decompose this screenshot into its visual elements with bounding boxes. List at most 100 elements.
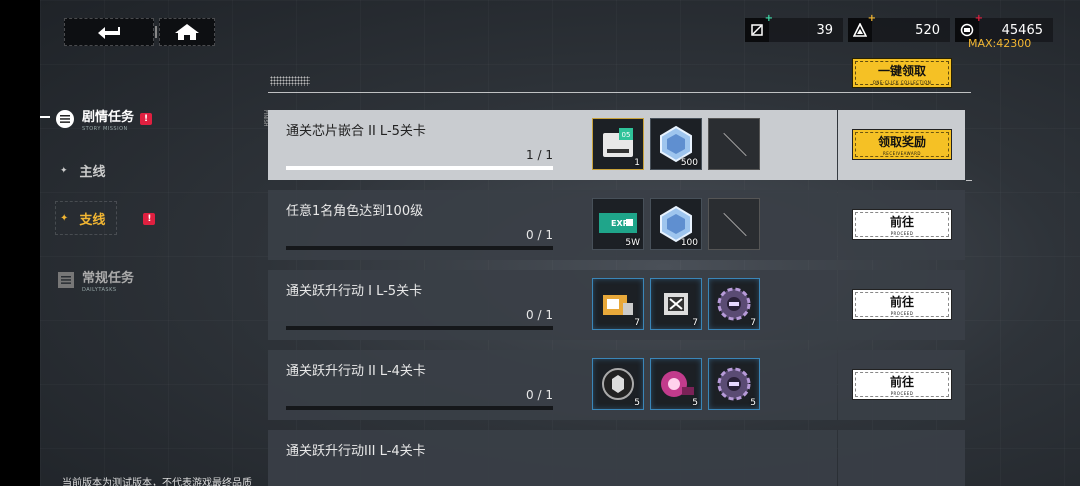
diamond-icon: ✦ (60, 165, 68, 176)
credit-max-label: MAX:42300 (968, 37, 1032, 50)
credit-value: 45465 (1001, 22, 1043, 38)
add-credit-icon[interactable]: + (975, 13, 983, 24)
reward-slot (708, 118, 760, 170)
list-icon (56, 110, 74, 128)
action-sublabel: PROCEED (890, 391, 914, 396)
task-progress-text: 0 / 1 (526, 308, 553, 322)
test-version-notice: 当前版本为测试版本，不代表游戏最终品质 (62, 478, 252, 486)
triangle-currency-counter[interactable]: + 520 (848, 13, 950, 42)
task-progress-text: 1 / 1 (526, 148, 553, 162)
task-row: 通关芯片嵌合 II L-5关卡 1 / 1 05 1 500 (268, 110, 837, 180)
task-row: 通关跃升行动 I L-5关卡 0 / 1 7 7 7 (268, 270, 837, 340)
reward-slot[interactable]: 7 (592, 278, 644, 330)
nav-main-label: 主线 (79, 165, 106, 180)
task-progress-bar (286, 166, 553, 170)
story-alert-badge: ! (140, 113, 153, 125)
reward-quantity: 500 (680, 158, 698, 168)
reward-slot[interactable]: 5 (708, 358, 760, 410)
task-progress-bar (286, 326, 553, 330)
action-sublabel: RECEIVEAWARD (883, 151, 921, 156)
reward-slot[interactable]: 5 (650, 358, 702, 410)
reward-slot[interactable]: 05 1 (592, 118, 644, 170)
task-action-cell (838, 430, 965, 486)
finish-tag: FINISH (262, 110, 268, 127)
proceed-button[interactable]: 前往 PROCEED (852, 289, 952, 320)
daily-list-icon (58, 272, 74, 288)
reward-quantity: 7 (750, 318, 756, 328)
empty-slot-icon (723, 212, 747, 237)
triangle-currency-icon: + (848, 13, 876, 42)
nav-main-story[interactable]: ✦ 主线 (60, 161, 106, 180)
action-label: 前往 (889, 375, 914, 389)
nav-active-marker (40, 116, 50, 118)
task-progress-bar (286, 406, 553, 410)
separator (155, 26, 157, 38)
top-divider (268, 92, 971, 93)
svg-text:EXP: EXP (611, 219, 629, 228)
task-title: 通关跃升行动 I L-5关卡 (286, 284, 423, 299)
reward-quantity: 100 (680, 238, 698, 248)
nav-side-story[interactable]: ✦ 支线 ! (60, 209, 156, 228)
stamina-counter[interactable]: + 39 (745, 13, 843, 42)
reward-slot (708, 198, 760, 250)
reward-quantity: 5 (750, 398, 756, 408)
reward-slot[interactable]: 100 (650, 198, 702, 250)
action-label: 前往 (889, 215, 914, 229)
collect-all-button[interactable]: 一键领取 ONE-CLICK COLLECTION (852, 58, 952, 88)
empty-slot-icon (723, 132, 747, 157)
triangle-currency-value: 520 (915, 22, 940, 38)
action-sublabel: PROCEED (890, 311, 914, 316)
task-action-cell: 前往 PROCEED (838, 190, 965, 260)
task-row: 通关跃升行动III L-4关卡 (268, 430, 837, 486)
nav-side-label: 支线 (79, 213, 106, 228)
home-button[interactable] (159, 18, 215, 46)
add-stamina-icon[interactable]: + (765, 13, 773, 24)
nav-daily-tasks[interactable]: 常规任务 DAILYTASKS (58, 267, 134, 293)
proceed-button[interactable]: 前往 PROCEED (852, 369, 952, 400)
task-title: 通关跃升行动 II L-4关卡 (286, 364, 426, 379)
back-arrow-icon (98, 27, 120, 39)
reward-slot[interactable]: 500 (650, 118, 702, 170)
task-title: 通关跃升行动III L-4关卡 (286, 444, 426, 459)
add-triangle-currency-icon[interactable]: + (868, 13, 876, 24)
row-tick (966, 180, 972, 181)
reward-slot[interactable]: 5 (592, 358, 644, 410)
side-alert-badge: ! (143, 212, 156, 225)
home-icon (175, 24, 199, 40)
task-action-cell: 领取奖励 RECEIVEAWARD (838, 110, 965, 180)
collect-all-sublabel: ONE-CLICK COLLECTION (872, 80, 932, 85)
task-progress-fill (286, 166, 553, 170)
task-title: 通关芯片嵌合 II L-5关卡 (286, 124, 426, 139)
task-row: 任意1名角色达到100级 0 / 1 EXP 5W 100 (268, 190, 837, 260)
nav-story-label: 剧情任务 (82, 110, 135, 125)
action-sublabel: PROCEED (890, 231, 914, 236)
reward-quantity: 5 (634, 398, 640, 408)
nav-daily-label: 常规任务 (82, 271, 135, 286)
task-progress-bar (286, 246, 553, 250)
task-action-cell: 前往 PROCEED (838, 350, 965, 420)
stamina-icon: + (745, 13, 773, 42)
reward-quantity: 1 (634, 158, 640, 168)
task-progress-text: 0 / 1 (526, 388, 553, 402)
reward-quantity: 5 (692, 398, 698, 408)
task-row: 通关跃升行动 II L-4关卡 0 / 1 5 5 5 (268, 350, 837, 420)
task-progress-text: 0 / 1 (526, 228, 553, 242)
reward-slot[interactable]: EXP 5W (592, 198, 644, 250)
reward-quantity: 5W (625, 238, 640, 248)
nav-story-sublabel: STORY MISSION (82, 126, 128, 132)
dotted-pattern (270, 76, 310, 86)
task-title: 任意1名角色达到100级 (286, 204, 424, 219)
reward-slot[interactable]: 7 (708, 278, 760, 330)
stamina-value: 39 (816, 22, 833, 38)
action-label: 前往 (889, 295, 914, 309)
collect-all-label: 一键领取 (877, 64, 926, 78)
back-button[interactable] (64, 18, 154, 46)
reward-quantity: 7 (692, 318, 698, 328)
nav-story-mission[interactable]: 剧情任务 STORY MISSION ! (56, 106, 153, 132)
svg-text:05: 05 (622, 131, 631, 139)
proceed-button[interactable]: 前往 PROCEED (852, 209, 952, 240)
claim-reward-button[interactable]: 领取奖励 RECEIVEAWARD (852, 129, 952, 160)
diamond-icon: ✦ (60, 213, 69, 224)
nav-daily-sublabel: DAILYTASKS (82, 287, 117, 293)
reward-slot[interactable]: 7 (650, 278, 702, 330)
